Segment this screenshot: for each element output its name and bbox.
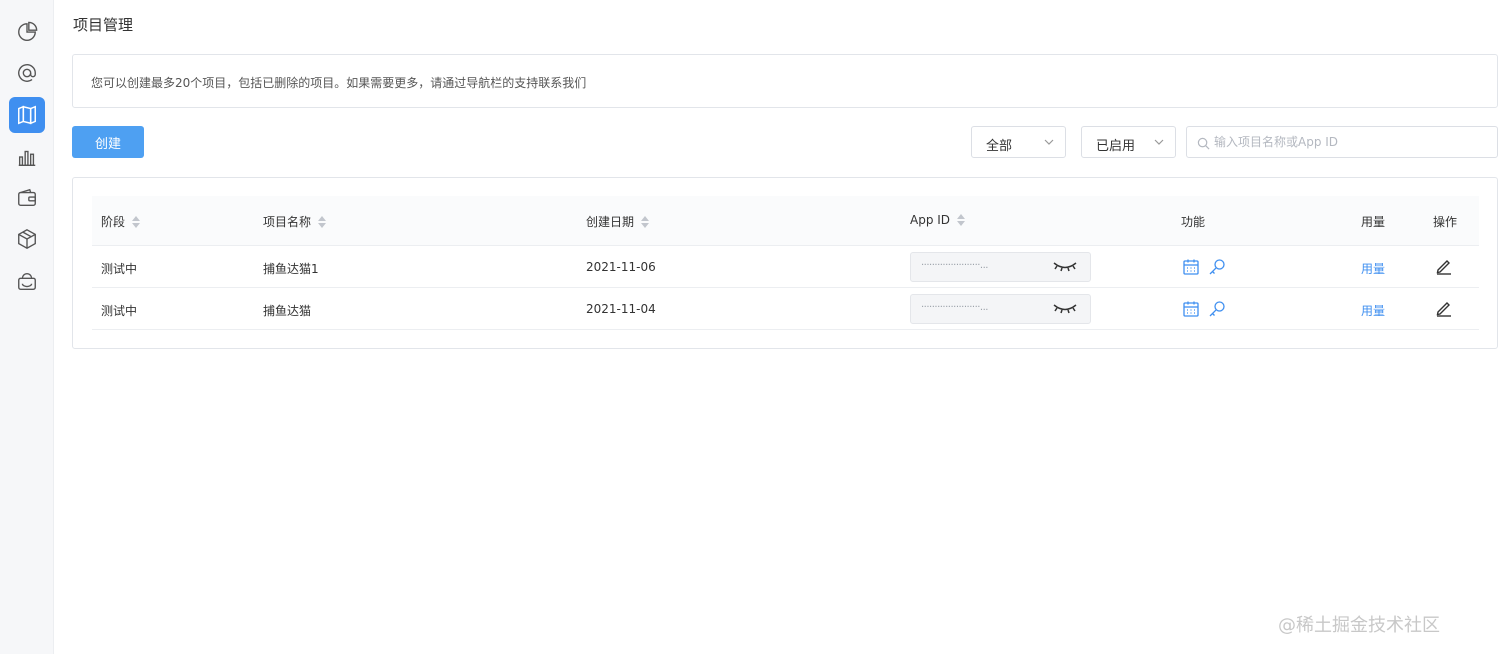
notice-text: 您可以创建最多20个项目，包括已删除的项目。如果需要更多，请通过导航栏的支持联系…: [91, 76, 587, 90]
app-id-field: ······················...: [910, 294, 1091, 324]
stage-filter-value: 全部: [986, 139, 1013, 154]
pie-chart-icon: [18, 21, 38, 41]
column-label: 功能: [1181, 215, 1206, 229]
app-id-field: ······················...: [910, 252, 1091, 282]
projects-table: 阶段 项目名称 创建日期 App ID 功能 用量 操作 测试中 捕鱼达猫1 2…: [72, 177, 1498, 349]
stage-cell: 测试中: [101, 304, 138, 318]
wallet-icon: [18, 188, 36, 207]
stage-filter-select[interactable]: 全部: [971, 126, 1066, 158]
app-id-masked: ······················...: [921, 260, 988, 271]
column-header-stage[interactable]: 阶段: [101, 213, 141, 230]
column-header-actions: 操作: [1433, 213, 1457, 230]
sort-icon[interactable]: [641, 215, 650, 228]
column-header-app-id[interactable]: App ID: [910, 213, 966, 227]
search-icon: [1197, 137, 1210, 150]
column-header-created[interactable]: 创建日期: [586, 213, 650, 230]
usage-link[interactable]: 用量: [1361, 260, 1385, 277]
nav-item-contact[interactable]: [9, 55, 45, 91]
sort-icon[interactable]: [132, 215, 141, 228]
info-notice: 您可以创建最多20个项目，包括已删除的项目。如果需要更多，请通过导航栏的支持联系…: [72, 54, 1498, 108]
column-label: 项目名称: [263, 215, 312, 229]
main-content: 项目管理 您可以创建最多20个项目，包括已删除的项目。如果需要更多，请通过导航栏…: [54, 0, 1512, 654]
created-date-cell: 2021-11-04: [586, 302, 656, 316]
created-date-cell: 2021-11-06: [586, 260, 656, 274]
status-filter-select[interactable]: 已启用: [1081, 126, 1176, 158]
project-name-cell: 捕鱼达猫1: [263, 262, 319, 276]
key-icon[interactable]: [1208, 300, 1226, 318]
column-label: App ID: [910, 213, 951, 227]
key-icon[interactable]: [1208, 258, 1226, 276]
cloud-box-icon: [18, 273, 36, 290]
column-header-name[interactable]: 项目名称: [263, 213, 327, 230]
column-header-features: 功能: [1181, 213, 1205, 230]
nav-item-overview[interactable]: [9, 14, 45, 50]
nav-item-statistics[interactable]: [9, 139, 45, 175]
app-id-masked: ······················...: [921, 302, 988, 313]
eye-closed-icon[interactable]: [1053, 303, 1077, 315]
stage-cell: 测试中: [101, 262, 138, 276]
column-header-usage: 用量: [1361, 213, 1385, 230]
table-row: 测试中 捕鱼达猫1 2021-11-06 ···················…: [92, 246, 1479, 288]
at-sign-icon: [18, 64, 36, 82]
chevron-down-icon: [1044, 139, 1054, 145]
nav-item-storage[interactable]: [9, 263, 45, 299]
create-button[interactable]: 创建: [72, 126, 144, 158]
calendar-icon[interactable]: [1182, 300, 1200, 318]
nav-item-projects[interactable]: [9, 97, 45, 133]
nav-item-resources[interactable]: [9, 221, 45, 257]
eye-closed-icon[interactable]: [1053, 261, 1077, 273]
map-icon: [18, 105, 36, 125]
search-input[interactable]: [1214, 128, 1494, 156]
sidebar: [0, 0, 54, 654]
sort-icon[interactable]: [318, 215, 327, 228]
page-title: 项目管理: [73, 16, 134, 34]
search-box: [1186, 126, 1498, 158]
column-label: 用量: [1361, 215, 1386, 229]
table-row: 测试中 捕鱼达猫 2021-11-04 ····················…: [92, 288, 1479, 330]
calendar-icon[interactable]: [1182, 258, 1200, 276]
sort-icon[interactable]: [957, 214, 966, 226]
edit-icon[interactable]: [1435, 299, 1453, 317]
column-label: 阶段: [101, 215, 126, 229]
edit-icon[interactable]: [1435, 257, 1453, 275]
package-icon: [18, 229, 36, 249]
chevron-down-icon: [1154, 139, 1164, 145]
project-name-cell: 捕鱼达猫: [263, 304, 312, 318]
column-label: 创建日期: [586, 215, 635, 229]
column-label: 操作: [1433, 215, 1458, 229]
watermark: @稀土掘金技术社区: [1278, 615, 1440, 636]
bar-chart-icon: [18, 150, 36, 166]
nav-item-billing[interactable]: [9, 180, 45, 216]
usage-link[interactable]: 用量: [1361, 302, 1385, 319]
table-header: 阶段 项目名称 创建日期 App ID 功能 用量 操作: [92, 196, 1479, 246]
status-filter-value: 已启用: [1096, 139, 1136, 154]
